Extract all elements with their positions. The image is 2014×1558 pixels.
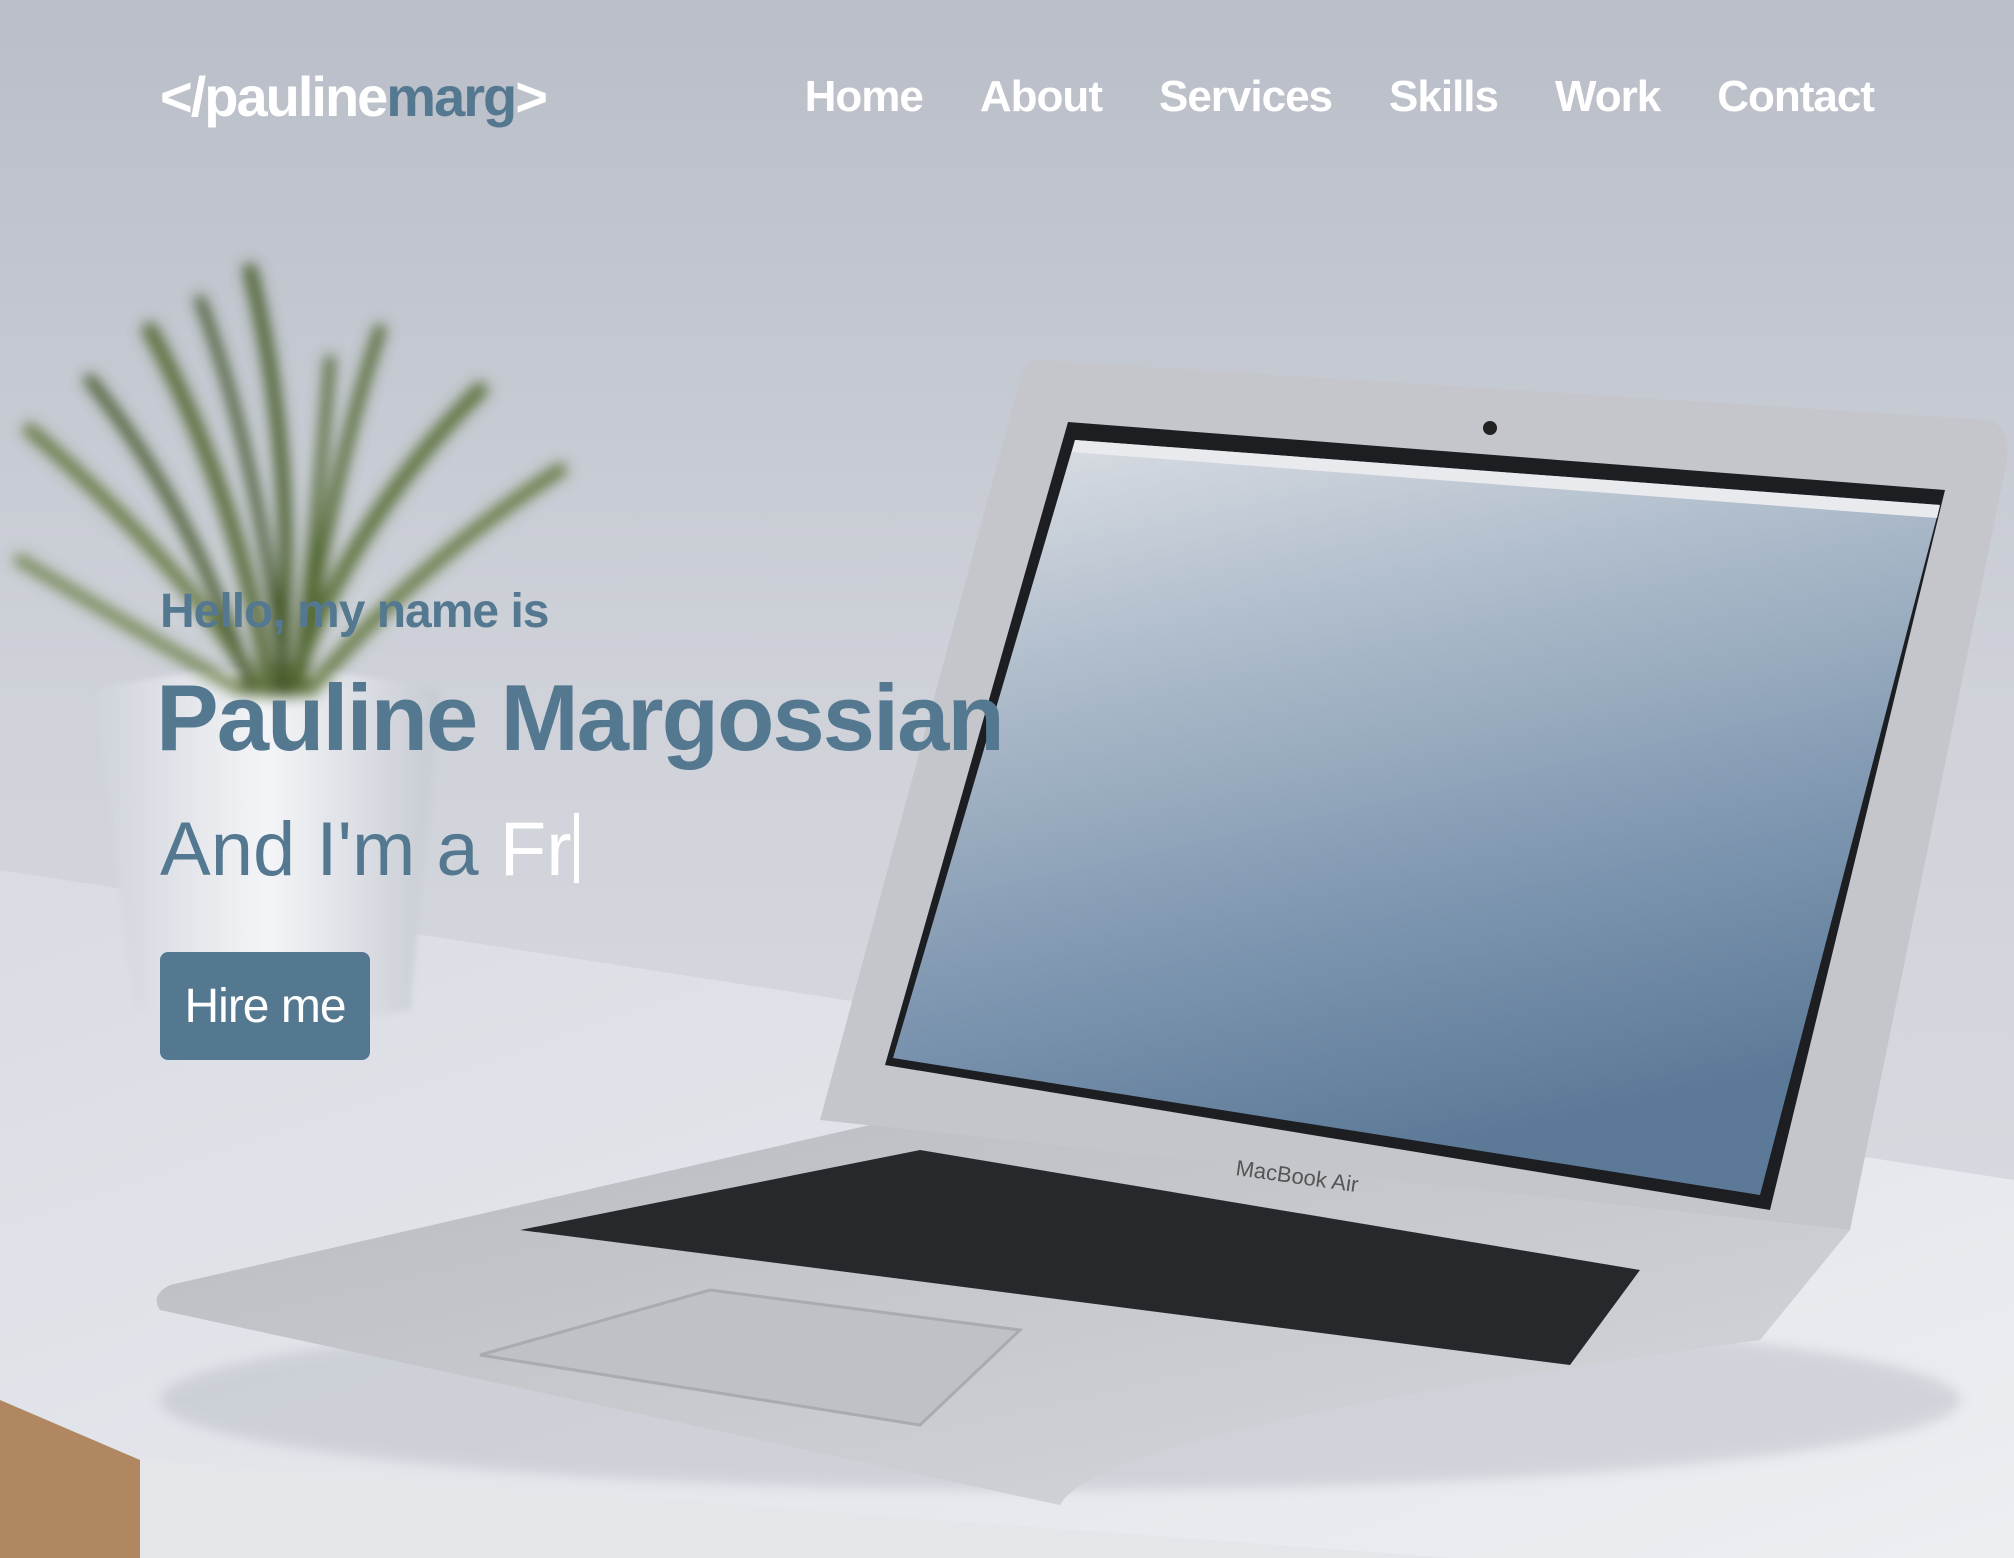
nav-about[interactable]: About <box>980 72 1103 122</box>
logo-prefix: </pauline <box>160 65 388 128</box>
nav-skills[interactable]: Skills <box>1389 72 1499 122</box>
typing-cursor <box>573 813 579 883</box>
tagline-typed-text: Fr <box>499 807 572 892</box>
logo-suffix: > <box>515 65 548 128</box>
hero-background-photo: MacBook Air <box>0 0 2014 1558</box>
hero-name: Pauline Margossian <box>156 665 1005 770</box>
nav-home[interactable]: Home <box>805 72 924 122</box>
logo-accent: marg <box>386 65 517 128</box>
hero-tagline: And I'm a Fr <box>160 806 579 893</box>
hire-me-button[interactable]: Hire me <box>160 952 370 1060</box>
nav-work[interactable]: Work <box>1555 72 1661 122</box>
nav-contact[interactable]: Contact <box>1717 72 1875 122</box>
site-logo[interactable]: </paulinemarg> <box>160 64 548 129</box>
main-nav: Home About Services Skills Work Contact <box>805 72 1875 122</box>
tagline-prefix: And I'm a <box>160 807 500 892</box>
nav-services[interactable]: Services <box>1159 72 1333 122</box>
hero-greeting: Hello, my name is <box>160 585 549 638</box>
